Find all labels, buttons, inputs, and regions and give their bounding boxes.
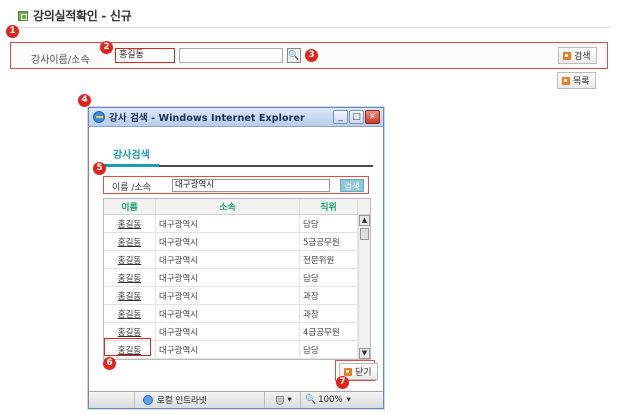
column-header-name: 이름 xyxy=(104,199,156,214)
column-header-org: 소속 xyxy=(156,199,300,214)
list-button[interactable]: 목록 xyxy=(557,72,596,89)
popup-titlebar: 강사 검색 - Windows Internet Explorer _ □ ✕ xyxy=(89,108,383,127)
scroll-thumb[interactable] xyxy=(360,228,369,240)
status-zone-label: 로컬 인트라넷 xyxy=(157,396,207,406)
column-header-position: 직위 xyxy=(300,199,358,214)
instructor-name-input[interactable]: 홍길동 xyxy=(115,48,175,63)
search-button[interactable]: 검색 xyxy=(558,47,597,64)
instructor-org-cell: 대구광역시 xyxy=(156,287,300,304)
search-button-icon xyxy=(563,51,571,60)
tab-instructor-search[interactable]: 강사검색 xyxy=(113,146,150,161)
search-button-label: 검색 xyxy=(574,52,591,62)
instructor-position-cell: 담당 xyxy=(300,341,358,358)
instructor-search-label: 강사이름/소속 xyxy=(31,55,90,66)
instructor-name-link[interactable]: 홍길동 xyxy=(104,269,156,286)
popup-search-row: 이름 /소속 대구광역시 검색 xyxy=(103,176,369,194)
table-row[interactable]: 홍길동 대구광역시 담당 xyxy=(104,269,370,287)
popup-search-input[interactable]: 대구광역시 xyxy=(172,179,330,192)
marker-6: 6 xyxy=(103,357,116,370)
magnifier-icon: 🔍 xyxy=(288,50,300,61)
instructor-org-cell: 대구광역시 xyxy=(156,323,300,340)
table-header: 이름 소속 직위 xyxy=(104,199,370,215)
table-row[interactable]: 홍길동 대구광역시 전문위원 xyxy=(104,251,370,269)
instructor-org-cell: 대구광역시 xyxy=(156,215,300,232)
ie-icon xyxy=(93,111,105,123)
marker-1: 1 xyxy=(6,25,19,38)
shield-icon xyxy=(276,395,285,405)
page-title: 강의실적확인 - 신규 xyxy=(33,9,132,23)
popup-search-label: 이름 /소속 xyxy=(112,183,152,193)
status-segment xyxy=(89,392,135,408)
list-button-label: 목록 xyxy=(573,77,590,87)
table-row[interactable]: 홍길동 대구광역시 과장 xyxy=(104,287,370,305)
scroll-down-icon[interactable]: ▼ xyxy=(359,348,370,359)
instructor-position-cell: 5급공무원 xyxy=(300,233,358,250)
vertical-scrollbar[interactable]: ▲ ▼ xyxy=(358,215,370,359)
instructor-position-cell: 전문위원 xyxy=(300,251,358,268)
scroll-up-icon[interactable]: ▲ xyxy=(359,215,370,226)
instructor-position-cell: 담당 xyxy=(300,269,358,286)
marker-4: 4 xyxy=(78,94,91,107)
instructor-position-cell: 과장 xyxy=(300,305,358,322)
close-window-icon[interactable]: ✕ xyxy=(365,110,380,124)
list-button-icon xyxy=(562,76,570,85)
marker-2: 2 xyxy=(100,41,113,54)
popup-window-title: 강사 검색 - Windows Internet Explorer xyxy=(109,113,305,124)
instructor-name-link[interactable]: 홍길동 xyxy=(104,215,156,232)
zoom-control[interactable]: 🔍 100% ▾ xyxy=(301,392,361,408)
tab-active-indicator xyxy=(101,164,159,167)
page-header: 강의실적확인 - 신규 xyxy=(18,7,132,24)
instructor-position-cell: 담당 xyxy=(300,215,358,232)
zoom-icon: 🔍 xyxy=(305,395,317,405)
instructor-org-cell: 대구광역시 xyxy=(156,305,300,322)
window-controls: _ □ ✕ xyxy=(333,110,380,124)
marker-5: 5 xyxy=(93,162,106,175)
status-zone: 로컬 인트라넷 xyxy=(135,392,265,408)
marker-3: 3 xyxy=(305,49,318,62)
popup-search-button[interactable]: 검색 xyxy=(340,179,364,192)
marker-7: 7 xyxy=(336,376,349,389)
maximize-icon[interactable]: □ xyxy=(349,110,364,124)
instructor-find-button[interactable]: 🔍 xyxy=(287,48,301,63)
title-divider xyxy=(10,27,610,28)
instructor-results-table: 이름 소속 직위 홍길동 대구광역시 담당 홍길동 대구광역시 5급공무원 홍길동 대구광역시… xyxy=(103,198,371,360)
instructor-org-cell: 대구광역시 xyxy=(156,341,300,358)
zoom-level: 100% xyxy=(318,395,343,405)
instructor-name-link[interactable]: 홍길동 xyxy=(104,233,156,250)
table-row[interactable]: 홍길동 대구광역시 5급공무원 xyxy=(104,233,370,251)
instructor-org-cell: 대구광역시 xyxy=(156,251,300,268)
instructor-org-cell: 대구광역시 xyxy=(156,269,300,286)
protected-mode[interactable]: ▾ xyxy=(265,392,301,408)
table-row[interactable]: 홍길동 대구광역시 과장 xyxy=(104,305,370,323)
instructor-position-cell: 과장 xyxy=(300,287,358,304)
instructor-name-link[interactable]: 홍길동 xyxy=(104,305,156,322)
status-bar: 로컬 인트라넷 ▾ 🔍 100% ▾ xyxy=(89,391,383,408)
selected-name-highlight xyxy=(104,338,151,356)
close-button-label: 닫기 xyxy=(355,368,372,378)
close-button-icon xyxy=(344,367,352,376)
zoom-chevron-icon: ▾ xyxy=(346,395,351,405)
instructor-name-link[interactable]: 홍길동 xyxy=(104,287,156,304)
instructor-search-popup: 강사 검색 - Windows Internet Explorer _ □ ✕ … xyxy=(88,107,384,409)
minimize-icon[interactable]: _ xyxy=(333,110,348,124)
instructor-org-cell: 대구광역시 xyxy=(156,233,300,250)
chevron-down-icon: ▾ xyxy=(287,395,292,405)
instructor-position-cell: 4급공무원 xyxy=(300,323,358,340)
table-row[interactable]: 홍길동 대구광역시 담당 xyxy=(104,215,370,233)
instructor-name-link[interactable]: 홍길동 xyxy=(104,251,156,268)
instructor-org-input[interactable] xyxy=(179,48,283,63)
title-bullet-icon xyxy=(18,10,28,21)
globe-icon xyxy=(143,395,153,405)
